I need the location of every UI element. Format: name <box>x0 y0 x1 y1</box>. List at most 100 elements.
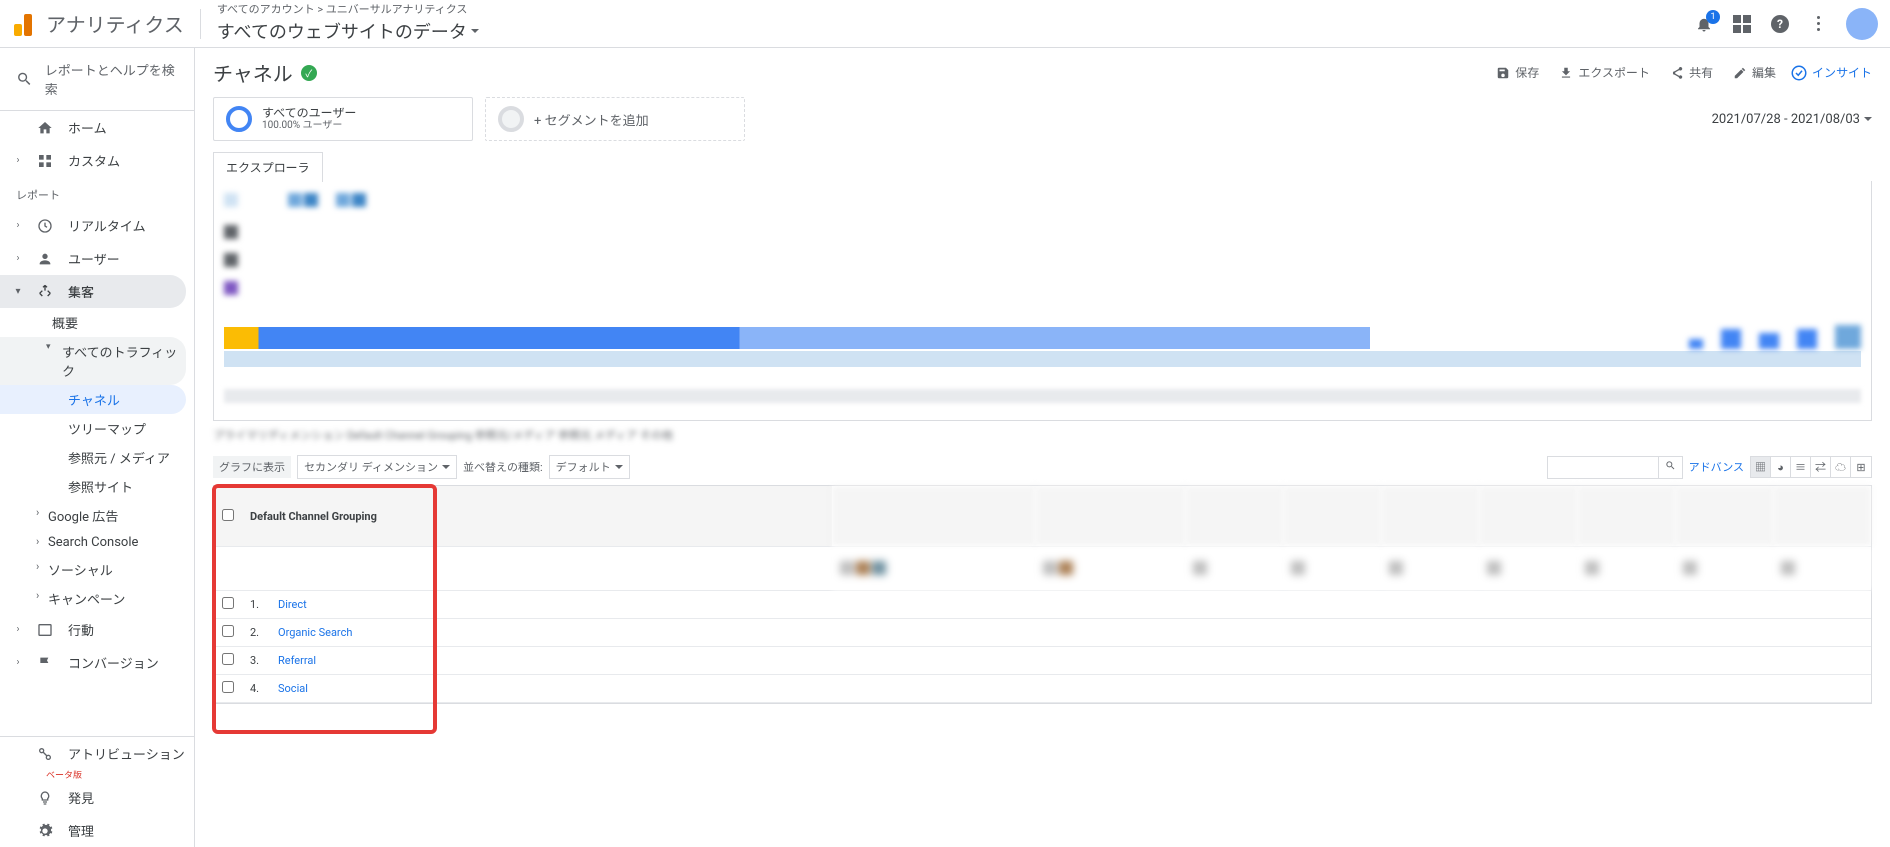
table-search <box>1547 456 1683 479</box>
view-performance-icon[interactable]: ≡ <box>1791 457 1811 477</box>
save-button[interactable]: 保存 <box>1490 60 1545 85</box>
column-header-metric[interactable] <box>1283 486 1381 546</box>
sidebar-item-label: 発見 <box>68 788 94 807</box>
table-search-button[interactable] <box>1658 457 1682 478</box>
column-header-metric[interactable] <box>1035 486 1185 546</box>
sidebar-section-reports: レポート <box>0 177 194 209</box>
sidebar-sub-social[interactable]: ソーシャル <box>0 555 194 584</box>
sidebar-item-realtime[interactable]: › リアルタイム <box>0 209 194 242</box>
sidebar-item-label: ユーザー <box>68 249 120 268</box>
chart-area <box>213 181 1872 421</box>
sidebar-item-admin[interactable]: 管理 <box>0 814 194 847</box>
sidebar-subsub-referrals[interactable]: 参照サイト <box>0 472 194 501</box>
column-header-dimension[interactable]: Default Channel Grouping <box>242 486 832 546</box>
sidebar-item-behavior[interactable]: › 行動 <box>0 613 194 646</box>
more-icon[interactable] <box>1808 14 1828 34</box>
channel-link[interactable]: Referral <box>278 654 316 667</box>
secondary-dimension-button[interactable]: セカンダリ ディメンション <box>297 455 457 479</box>
sort-type-select[interactable]: デフォルト <box>549 455 630 479</box>
column-header-metric[interactable] <box>832 486 1035 546</box>
notification-count: 1 <box>1706 10 1720 24</box>
sidebar-item-attribution[interactable]: アトリビューション <box>0 737 194 770</box>
sidebar-item-custom[interactable]: › カスタム <box>0 144 194 177</box>
sidebar-item-label: アトリビューション <box>68 744 185 763</box>
sidebar-item-discover[interactable]: 発見 <box>0 781 194 814</box>
column-header-metric[interactable] <box>1185 486 1283 546</box>
verified-badge-icon: ✓ <box>301 65 317 81</box>
row-checkbox[interactable] <box>222 597 234 609</box>
sidebar-item-acquisition[interactable]: ▾ 集客 <box>0 275 186 308</box>
sidebar-item-conversion[interactable]: › コンバージョン <box>0 646 194 679</box>
row-checkbox[interactable] <box>222 625 234 637</box>
advanced-link[interactable]: アドバンス <box>1689 459 1744 475</box>
help-icon[interactable]: ? <box>1770 14 1790 34</box>
edit-button[interactable]: 編集 <box>1727 60 1782 85</box>
sidebar-subsub-source-medium[interactable]: 参照元 / メディア <box>0 443 194 472</box>
column-header-metric[interactable] <box>1675 486 1773 546</box>
search-icon <box>1665 460 1676 471</box>
sidebar-sub-all-traffic[interactable]: すべてのトラフィック <box>0 337 186 385</box>
notifications-icon[interactable]: 1 <box>1694 14 1714 34</box>
view-mode-icons: ▦ ◕ ≡ ⇄ ☁ ⊞ <box>1750 456 1872 478</box>
export-button[interactable]: エクスポート <box>1553 60 1656 85</box>
insight-icon <box>1790 64 1808 82</box>
sidebar-item-user[interactable]: › ユーザー <box>0 242 194 275</box>
behavior-icon <box>36 621 54 639</box>
avatar[interactable] <box>1846 8 1878 40</box>
search-placeholder: レポートとヘルプを検索 <box>45 60 178 98</box>
table-row: 4. Social <box>214 674 1871 702</box>
select-all-checkbox[interactable] <box>222 509 234 521</box>
sidebar-item-label: コンバージョン <box>68 653 159 672</box>
view-pivot-icon[interactable]: ⊞ <box>1851 457 1871 477</box>
tab-explorer[interactable]: エクスプローラ <box>213 152 323 182</box>
row-index: 1. <box>242 590 270 618</box>
segment-circle-icon <box>498 106 524 132</box>
view-percentage-icon[interactable]: ◕ <box>1771 457 1791 477</box>
sidebar-sub-campaigns[interactable]: キャンペーン <box>0 584 194 613</box>
sidebar-sub-overview[interactable]: 概要 <box>0 308 194 337</box>
apps-grid-icon[interactable] <box>1732 14 1752 34</box>
sidebar-sub-google-ads[interactable]: Google 広告 <box>0 501 194 530</box>
row-index: 3. <box>242 646 270 674</box>
sidebar-subsub-treemap[interactable]: ツリーマップ <box>0 414 194 443</box>
product-logo[interactable]: アナリティクス <box>14 9 184 38</box>
product-name: アナリティクス <box>46 9 184 38</box>
column-header-metric[interactable] <box>1773 486 1871 546</box>
channel-link[interactable]: Organic Search <box>278 626 352 639</box>
app-header: アナリティクス すべてのアカウント > ユニバーサルアナリティクス すべてのウェ… <box>0 0 1890 48</box>
row-checkbox[interactable] <box>222 653 234 665</box>
view-term-cloud-icon[interactable]: ☁ <box>1831 457 1851 477</box>
table-row: 3. Referral <box>214 646 1871 674</box>
share-button[interactable]: 共有 <box>1664 60 1719 85</box>
search-icon <box>16 70 33 88</box>
segment-all-users[interactable]: すべてのユーザー 100.00% ユーザー <box>213 97 473 141</box>
sidebar-search[interactable]: レポートとヘルプを検索 <box>0 48 194 111</box>
clock-icon <box>36 217 54 235</box>
channel-link[interactable]: Social <box>278 682 308 695</box>
column-header-metric[interactable] <box>1577 486 1675 546</box>
sidebar-item-label: ホーム <box>68 118 107 137</box>
view-table-icon[interactable]: ▦ <box>1751 457 1771 477</box>
sidebar-item-label: 集客 <box>68 282 94 301</box>
sidebar-subsub-channel[interactable]: チャネル <box>0 385 186 414</box>
insight-button[interactable]: インサイト <box>1790 64 1872 82</box>
channel-link[interactable]: Direct <box>278 598 307 611</box>
account-selector[interactable]: すべてのアカウント > ユニバーサルアナリティクス すべてのウェブサイトのデータ <box>217 3 479 43</box>
attribution-icon <box>36 745 54 763</box>
view-comparison-icon[interactable]: ⇄ <box>1811 457 1831 477</box>
main-content: チャネル ✓ 保存 エクスポート 共有 編集 インサイト すべてのユーザー 10… <box>195 48 1890 847</box>
beta-label: ベータ版 <box>46 768 194 781</box>
table-search-input[interactable] <box>1548 458 1658 477</box>
sidebar-item-home[interactable]: ホーム <box>0 111 194 144</box>
sidebar-sub-search-console[interactable]: Search Console <box>0 530 194 555</box>
add-segment-button[interactable]: + セグメントを追加 <box>485 97 745 141</box>
plot-rows-button[interactable]: グラフに表示 <box>213 456 291 478</box>
column-header-metric[interactable] <box>1381 486 1479 546</box>
chevron-down-icon <box>1864 117 1872 121</box>
date-range-picker[interactable]: 2021/07/28 - 2021/08/03 <box>1712 112 1872 127</box>
column-header-metric[interactable] <box>1479 486 1577 546</box>
table-controls: グラフに表示 セカンダリ ディメンション 並べ替えの種類: デフォルト アドバン… <box>213 449 1872 485</box>
row-checkbox[interactable] <box>222 681 234 693</box>
sidebar-item-label: 管理 <box>68 821 94 840</box>
row-index: 2. <box>242 618 270 646</box>
